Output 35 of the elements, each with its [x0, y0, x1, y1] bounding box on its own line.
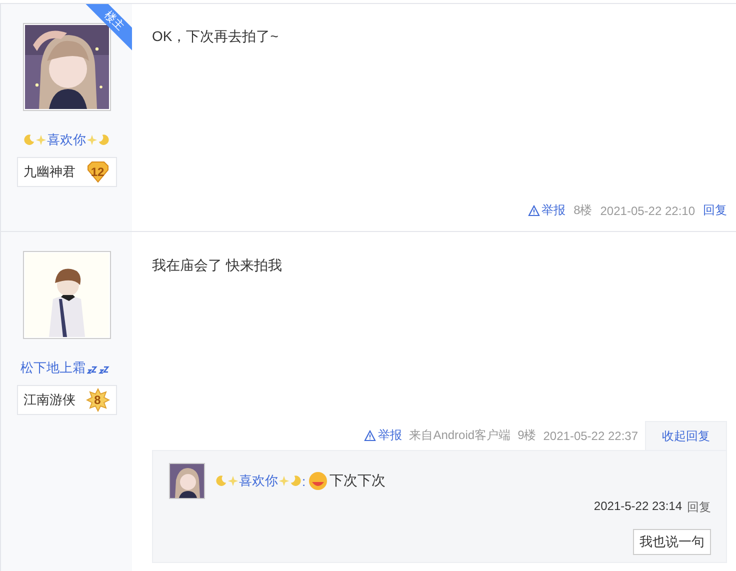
level-number: 12 [90, 165, 104, 179]
username-link[interactable]: 喜欢你 [239, 472, 278, 490]
reply-toggle[interactable]: 收起回复 [645, 421, 727, 450]
sparkle-icon [86, 134, 98, 146]
separator: : [302, 474, 306, 488]
member-badge[interactable]: 九幽神君 12 [16, 157, 116, 187]
sparkle-icon [35, 134, 47, 146]
member-badge[interactable]: 江南游侠 8 [16, 385, 116, 415]
username-link[interactable]: 喜欢你 [47, 131, 86, 149]
moon-icon [23, 134, 35, 146]
reply-time: 2021-5-22 23:14 [594, 499, 682, 515]
badge-title: 江南游侠 [24, 391, 76, 409]
sparkle-icon [278, 475, 290, 487]
reply-toggle[interactable]: 回复 [703, 202, 727, 219]
floor-number: 8楼 [574, 202, 592, 219]
post-content: OK，下次再去拍了~ [152, 28, 280, 46]
client-source: 来自Android客户端 [409, 427, 511, 444]
moon-icon [215, 475, 227, 487]
floor-number: 9楼 [518, 427, 536, 444]
badge-title: 九幽神君 [24, 163, 76, 181]
post-time: 2021-05-22 22:10 [600, 204, 695, 218]
username-link[interactable]: 松下地上霜 [20, 359, 86, 377]
level-number: 8 [94, 393, 101, 407]
report-link[interactable]: 举报 [364, 427, 402, 444]
post-content: 我在庙会了 快来拍我 [152, 257, 283, 275]
sparkle-icon [227, 475, 239, 487]
moon-icon [290, 475, 302, 487]
post-time: 2021-05-22 22:37 [543, 428, 638, 442]
comment-button[interactable]: 我也说一句 [633, 529, 711, 555]
moon-icon [98, 134, 110, 146]
warning-icon [364, 430, 376, 442]
reply-text: 下次下次 [330, 472, 386, 490]
report-link[interactable]: 举报 [528, 202, 566, 219]
reply-link[interactable]: 回复 [687, 499, 711, 516]
warning-icon [528, 204, 540, 216]
